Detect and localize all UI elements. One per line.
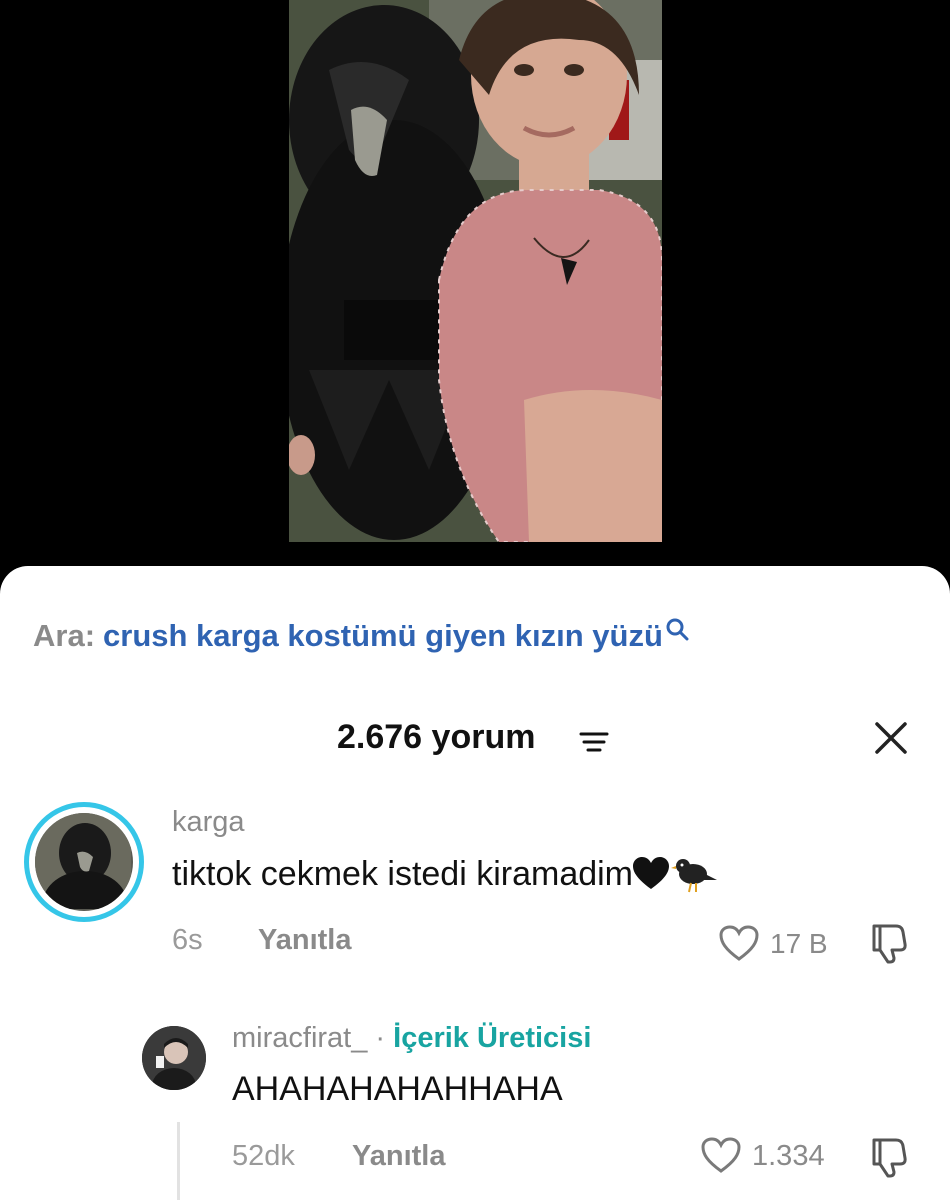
creator-badge: İçerik Üreticisi — [393, 1022, 592, 1054]
commenter-avatar[interactable] — [24, 802, 144, 922]
reply-timestamp: 52dk — [232, 1140, 295, 1172]
comment-username[interactable]: karga — [172, 806, 245, 839]
reply-username[interactable]: miracfirat_ — [232, 1022, 367, 1054]
heart-like-icon[interactable] — [718, 924, 760, 962]
video-thumbnail[interactable] — [289, 0, 662, 542]
reply-heart-like-icon[interactable] — [700, 1136, 742, 1174]
related-search-suggestion[interactable]: Ara: crush karga kostümü giyen kızın yüz… — [33, 618, 691, 654]
comments-header: 2.676 yorum — [0, 712, 950, 762]
reply-like-count: 1.334 — [752, 1140, 825, 1172]
reply-text: AHAHAHAHAHHAHA — [232, 1070, 563, 1108]
reply-button[interactable]: Yanıtla — [258, 924, 352, 957]
reply-author-line: miracfirat_ · İçerik Üreticisi — [232, 1022, 591, 1055]
avatar-image — [35, 813, 133, 911]
comments-sheet: Ara: crush karga kostümü giyen kızın yüz… — [0, 566, 950, 1200]
close-icon[interactable] — [873, 720, 909, 756]
like-count: 17 B — [770, 928, 828, 959]
reply-reply-button[interactable]: Yanıtla — [352, 1140, 446, 1173]
search-query-link[interactable]: crush karga kostümü giyen kızın yüzü — [103, 618, 663, 654]
reply-dislike-icon[interactable] — [866, 1136, 912, 1178]
comment-body: tiktok cekmek istedi kiramadim — [172, 854, 719, 894]
comment-timestamp: 6s — [172, 924, 203, 956]
comment-text: tiktok cekmek istedi kiramadim — [172, 854, 634, 893]
comment-count: 2.676 yorum — [337, 718, 536, 756]
video-scene-image — [289, 0, 662, 542]
thread-divider — [177, 1122, 180, 1200]
black-bird-icon — [671, 859, 718, 893]
search-label: Ara: — [33, 618, 96, 653]
search-icon[interactable] — [665, 617, 691, 643]
reply-separator: · — [367, 1022, 394, 1054]
sort-filter-icon[interactable] — [579, 730, 609, 754]
dislike-icon[interactable] — [866, 922, 912, 964]
video-player[interactable] — [0, 0, 950, 568]
reply-avatar[interactable] — [142, 1026, 206, 1090]
black-heart-icon — [633, 857, 670, 889]
